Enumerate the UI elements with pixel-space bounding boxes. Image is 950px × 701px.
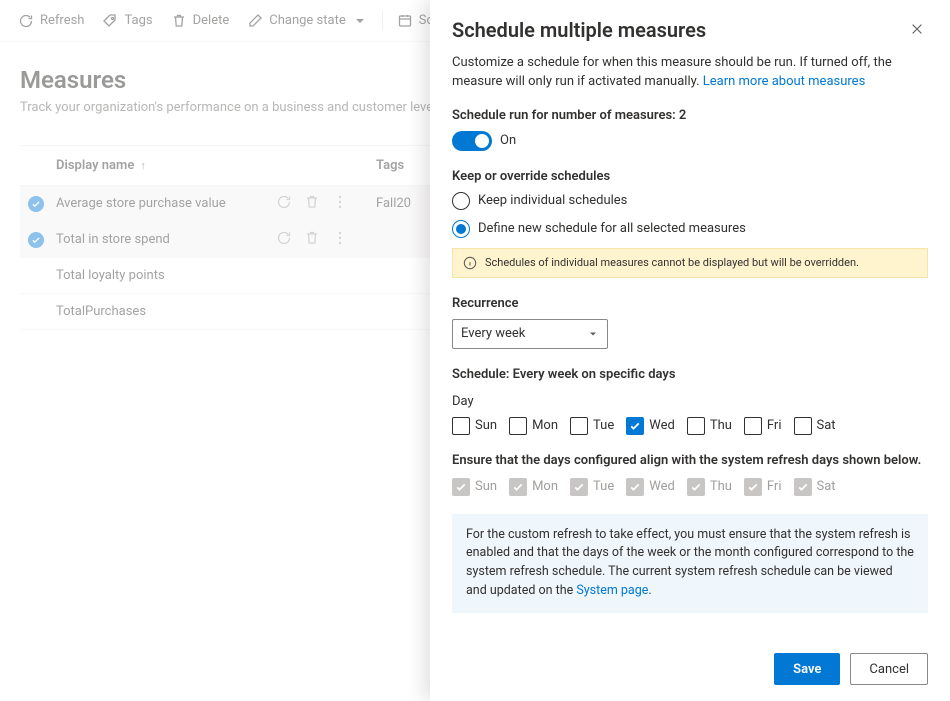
close-button[interactable] [906, 18, 928, 44]
panel-title: Schedule multiple measures [452, 18, 706, 42]
radio-keep-individual[interactable]: Keep individual schedules [452, 192, 928, 210]
day-checkbox-sat[interactable]: Sat [794, 417, 836, 435]
chevron-down-icon [587, 328, 599, 340]
cancel-button[interactable]: Cancel [850, 653, 928, 685]
system-day-thu: Thu [687, 478, 732, 496]
save-button[interactable]: Save [774, 653, 840, 685]
system-day-tue: Tue [570, 478, 614, 496]
recurrence-value: Every week [461, 326, 525, 341]
schedule-toggle[interactable] [452, 131, 492, 151]
day-checkbox-thu[interactable]: Thu [687, 417, 732, 435]
system-day-mon: Mon [509, 478, 558, 496]
schedule-count-value: 2 [679, 108, 686, 123]
radio-define-new[interactable]: Define new schedule for all selected mea… [452, 220, 928, 238]
system-day-sun: Sun [452, 478, 497, 496]
day-checkbox-mon[interactable]: Mon [509, 417, 558, 435]
close-icon [910, 22, 924, 36]
recurrence-select[interactable]: Every week [452, 319, 608, 349]
panel-footer: Save Cancel [430, 641, 950, 701]
schedule-count-label: Schedule run for number of measures: 2 [452, 108, 928, 123]
panel-description: Customize a schedule for when this measu… [452, 54, 928, 92]
learn-more-link[interactable]: Learn more about measures [703, 74, 866, 89]
system-refresh-info: For the custom refresh to take effect, y… [452, 514, 928, 613]
system-day-fri: Fri [744, 478, 782, 496]
system-days-heading: Ensure that the days configured align wi… [452, 453, 928, 468]
schedule-summary-heading: Schedule: Every week on specific days [452, 367, 928, 382]
system-day-wed: Wed [626, 478, 675, 496]
toggle-state-label: On [500, 133, 516, 148]
day-checkbox-fri[interactable]: Fri [744, 417, 782, 435]
day-checkbox-sun[interactable]: Sun [452, 417, 497, 435]
day-label: Day [452, 394, 928, 409]
keep-override-heading: Keep or override schedules [452, 169, 928, 184]
system-page-link[interactable]: System page [576, 583, 648, 598]
schedule-panel: Schedule multiple measures Customize a s… [430, 0, 950, 701]
day-checkbox-wed[interactable]: Wed [626, 417, 675, 435]
system-day-display: Sun Mon Tue Wed Thu Fri Sat [452, 478, 928, 496]
info-icon [463, 256, 477, 270]
day-checkbox-tue[interactable]: Tue [570, 417, 614, 435]
recurrence-label: Recurrence [452, 296, 928, 311]
day-selector: Sun Mon Tue Wed Thu Fri Sat [452, 417, 928, 435]
system-day-sat: Sat [794, 478, 836, 496]
override-warning: Schedules of individual measures cannot … [452, 248, 928, 278]
